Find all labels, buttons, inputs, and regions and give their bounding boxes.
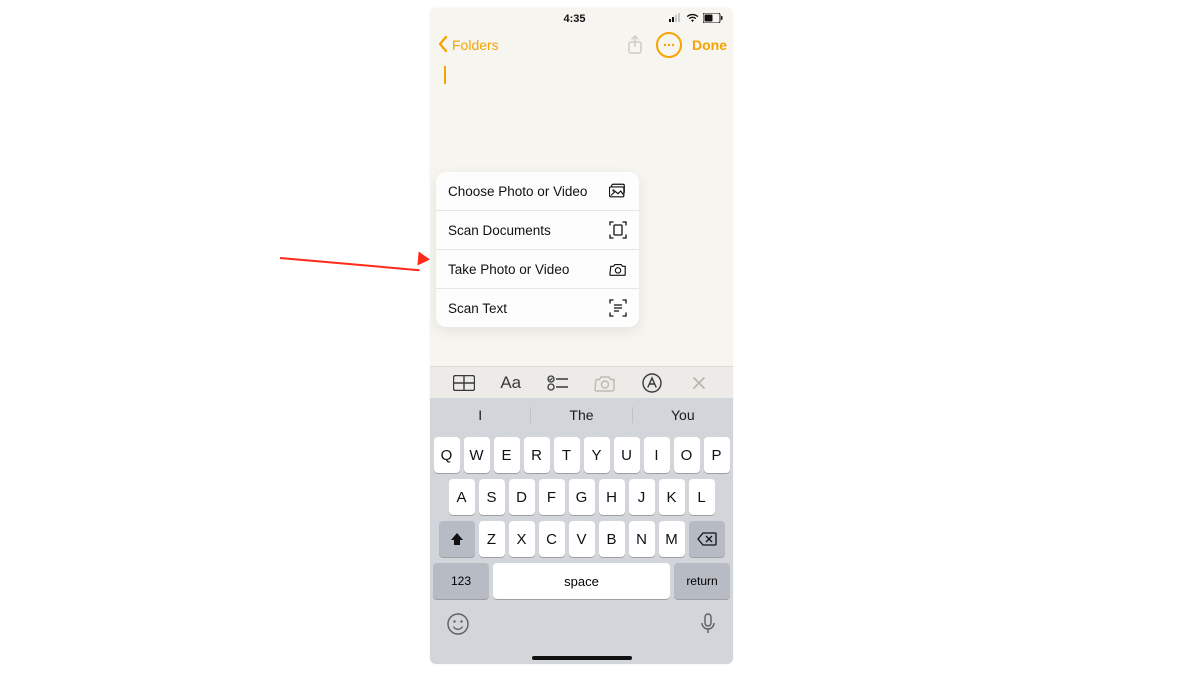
done-button[interactable]: Done bbox=[692, 37, 727, 53]
key-z[interactable]: Z bbox=[479, 521, 505, 557]
key-p[interactable]: P bbox=[704, 437, 730, 473]
key-b[interactable]: B bbox=[599, 521, 625, 557]
key-return[interactable]: return bbox=[674, 563, 730, 599]
key-space[interactable]: space bbox=[493, 563, 670, 599]
key-a[interactable]: A bbox=[449, 479, 475, 515]
key-row-4: 123 space return bbox=[433, 563, 730, 599]
key-l[interactable]: L bbox=[689, 479, 715, 515]
table-button[interactable] bbox=[449, 371, 479, 395]
key-o[interactable]: O bbox=[674, 437, 700, 473]
menu-label: Take Photo or Video bbox=[448, 262, 569, 277]
dictation-button[interactable] bbox=[700, 613, 716, 640]
scan-document-icon bbox=[609, 221, 627, 239]
suggestion-2[interactable]: The bbox=[531, 407, 632, 423]
wifi-icon bbox=[686, 13, 699, 26]
key-row-2: A S D F G H J K L bbox=[433, 479, 730, 515]
nav-bar: Folders Done bbox=[430, 28, 733, 62]
key-w[interactable]: W bbox=[464, 437, 490, 473]
status-time: 4:35 bbox=[480, 13, 669, 25]
key-q[interactable]: Q bbox=[434, 437, 460, 473]
keyboard-bottom-row bbox=[433, 605, 730, 641]
scan-text-icon bbox=[609, 299, 627, 317]
key-h[interactable]: H bbox=[599, 479, 625, 515]
key-e[interactable]: E bbox=[494, 437, 520, 473]
annotation-arrow bbox=[280, 240, 430, 270]
key-123[interactable]: 123 bbox=[433, 563, 489, 599]
menu-label: Scan Documents bbox=[448, 223, 551, 238]
key-shift[interactable] bbox=[439, 521, 475, 557]
key-g[interactable]: G bbox=[569, 479, 595, 515]
menu-label: Scan Text bbox=[448, 301, 507, 316]
close-toolbar-button[interactable] bbox=[684, 371, 714, 395]
key-f[interactable]: F bbox=[539, 479, 565, 515]
cellular-icon bbox=[669, 13, 682, 25]
menu-scan-text[interactable]: Scan Text bbox=[436, 289, 639, 327]
key-v[interactable]: V bbox=[569, 521, 595, 557]
key-s[interactable]: S bbox=[479, 479, 505, 515]
status-bar: 4:35 bbox=[430, 8, 733, 28]
format-toolbar: Aa bbox=[430, 366, 733, 399]
key-n[interactable]: N bbox=[629, 521, 655, 557]
key-m[interactable]: M bbox=[659, 521, 685, 557]
battery-icon bbox=[703, 13, 723, 26]
suggestion-3[interactable]: You bbox=[633, 407, 733, 423]
photo-stack-icon bbox=[609, 182, 627, 200]
key-i[interactable]: I bbox=[644, 437, 670, 473]
key-r[interactable]: R bbox=[524, 437, 550, 473]
key-backspace[interactable] bbox=[689, 521, 725, 557]
insert-menu: Choose Photo or Video Scan Documents Tak… bbox=[436, 172, 639, 327]
home-indicator[interactable] bbox=[532, 656, 632, 660]
key-k[interactable]: K bbox=[659, 479, 685, 515]
key-j[interactable]: J bbox=[629, 479, 655, 515]
phone-frame: 4:35 Folders Do bbox=[430, 8, 733, 664]
emoji-button[interactable] bbox=[447, 613, 469, 640]
key-row-1: Q W E R T Y U I O P bbox=[433, 437, 730, 473]
camera-toolbar-button[interactable] bbox=[590, 371, 620, 395]
menu-take-photo-video[interactable]: Take Photo or Video bbox=[436, 250, 639, 289]
key-d[interactable]: D bbox=[509, 479, 535, 515]
suggestion-bar: I The You bbox=[430, 398, 733, 432]
key-y[interactable]: Y bbox=[584, 437, 610, 473]
key-u[interactable]: U bbox=[614, 437, 640, 473]
chevron-left-icon bbox=[436, 35, 450, 56]
share-button[interactable] bbox=[624, 34, 646, 56]
text-format-button[interactable]: Aa bbox=[496, 371, 526, 395]
camera-icon bbox=[609, 260, 627, 278]
status-indicators bbox=[669, 13, 723, 26]
menu-scan-documents[interactable]: Scan Documents bbox=[436, 211, 639, 250]
menu-choose-photo-video[interactable]: Choose Photo or Video bbox=[436, 172, 639, 211]
suggestion-1[interactable]: I bbox=[430, 407, 531, 423]
back-label: Folders bbox=[452, 37, 499, 53]
back-button[interactable]: Folders bbox=[436, 35, 499, 56]
menu-label: Choose Photo or Video bbox=[448, 184, 587, 199]
key-row-3: Z X C V B N M bbox=[433, 521, 730, 557]
checklist-button[interactable] bbox=[543, 371, 573, 395]
keyboard: Q W E R T Y U I O P A S D F G H J K L Z bbox=[430, 432, 733, 664]
more-button[interactable] bbox=[656, 32, 682, 58]
key-c[interactable]: C bbox=[539, 521, 565, 557]
text-cursor bbox=[444, 66, 446, 84]
key-t[interactable]: T bbox=[554, 437, 580, 473]
key-x[interactable]: X bbox=[509, 521, 535, 557]
markup-button[interactable] bbox=[637, 371, 667, 395]
